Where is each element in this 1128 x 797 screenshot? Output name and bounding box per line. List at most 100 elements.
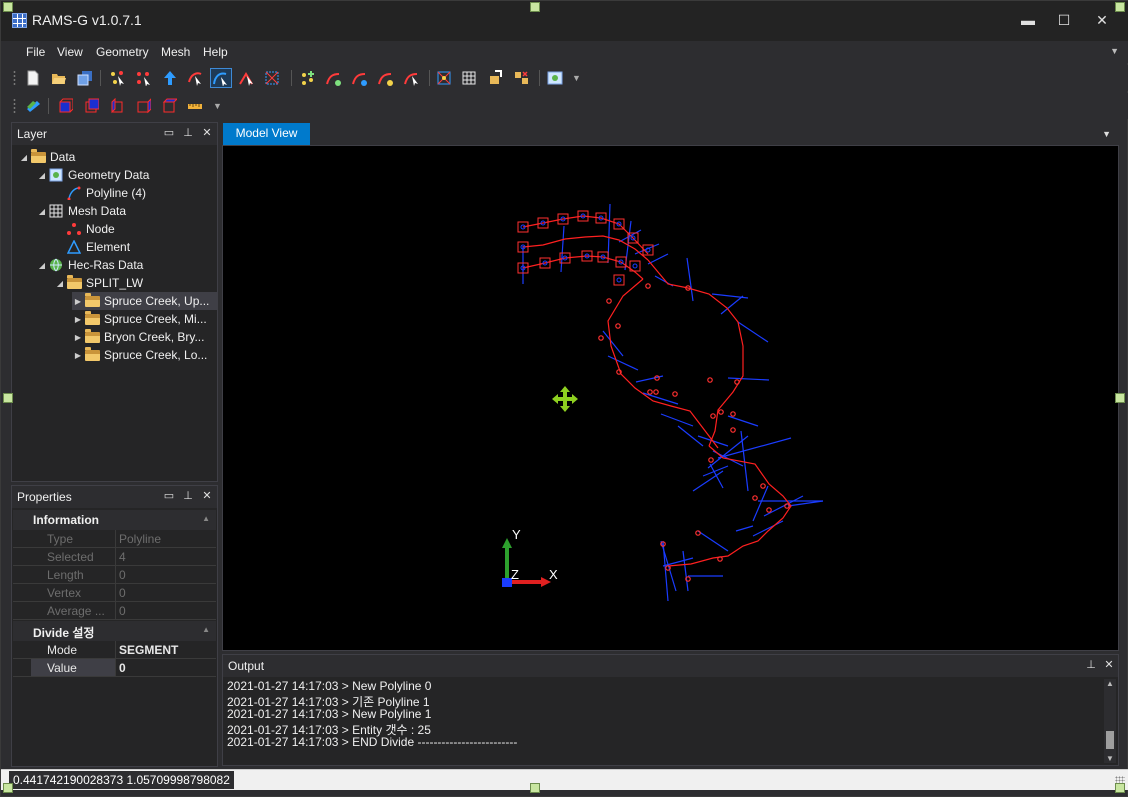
resize-handle-bottom-left[interactable]: [3, 783, 13, 793]
pin-icon[interactable]: ⊥: [1084, 658, 1098, 671]
pin-icon[interactable]: ⊥: [181, 126, 195, 139]
layer-tool-button[interactable]: [22, 96, 44, 116]
tree-item-spruce-creek-up[interactable]: ▶ Spruce Creek, Up...: [72, 292, 217, 310]
document-menu-arrow-icon[interactable]: ▼: [1102, 129, 1111, 139]
node-square: [613, 274, 625, 286]
new-file-button[interactable]: [22, 68, 44, 88]
expand-arrow-icon[interactable]: ◢: [36, 207, 48, 216]
toolbar-overflow-icon[interactable]: ▼: [572, 73, 581, 83]
close-panel-icon[interactable]: ✕: [200, 489, 214, 502]
export-tool-button[interactable]: [511, 68, 533, 88]
menu-view[interactable]: View: [57, 45, 83, 59]
resize-handle-right[interactable]: [1115, 393, 1125, 403]
tree-item-spruce-creek-lo[interactable]: ▶ Spruce Creek, Lo...: [72, 346, 207, 364]
rotate-tool-button[interactable]: [485, 68, 507, 88]
scroll-down-icon[interactable]: ▼: [1104, 754, 1116, 763]
property-row-length[interactable]: Length 0: [13, 566, 216, 584]
collapse-icon[interactable]: ▲: [202, 625, 210, 634]
tree-item-split-lw[interactable]: ◢ SPLIT_LW: [54, 274, 143, 292]
collapsed-arrow-icon[interactable]: ▶: [72, 297, 84, 306]
mesh-grid-button[interactable]: [459, 68, 481, 88]
tree-item-polyline[interactable]: Polyline (4): [54, 184, 146, 202]
collapsed-arrow-icon[interactable]: ▶: [72, 333, 84, 342]
tree-item-bryon-creek[interactable]: ▶ Bryon Creek, Bry...: [72, 328, 204, 346]
scroll-up-icon[interactable]: ▲: [1104, 679, 1116, 688]
expand-arrow-icon[interactable]: ◢: [36, 171, 48, 180]
toolbar-grip-icon[interactable]: [13, 70, 16, 86]
information-section[interactable]: Information ▲: [13, 510, 216, 530]
divide-value-input[interactable]: 0: [119, 661, 126, 675]
float-panel-icon[interactable]: ▭: [162, 126, 176, 139]
float-panel-icon[interactable]: ▭: [162, 489, 176, 502]
scroll-thumb[interactable]: [1106, 731, 1114, 749]
output-scrollbar[interactable]: ▲ ▼: [1104, 679, 1116, 763]
pick-point-button[interactable]: [185, 68, 207, 88]
close-panel-icon[interactable]: ✕: [1102, 658, 1116, 671]
node-point: [730, 427, 736, 433]
view-left-button[interactable]: [106, 96, 128, 116]
resize-handle-left[interactable]: [3, 393, 13, 403]
resize-handle-bottom[interactable]: [530, 783, 540, 793]
minimize-button[interactable]: ▬: [1013, 9, 1043, 31]
mesh-tool-1-button[interactable]: [434, 68, 456, 88]
tree-item-spruce-creek-mi[interactable]: ▶ Spruce Creek, Mi...: [72, 310, 207, 328]
select-nodes-button[interactable]: [107, 68, 129, 88]
model-view-svg[interactable]: Y Z X: [223, 146, 1118, 650]
resize-handle-top[interactable]: [530, 2, 540, 12]
add-node-button[interactable]: [297, 68, 319, 88]
collapsed-arrow-icon[interactable]: ▶: [72, 315, 84, 324]
menu-overflow-icon[interactable]: ▼: [1110, 46, 1119, 56]
property-row-type[interactable]: Type Polyline: [13, 530, 216, 548]
tree-item-geometry-data[interactable]: ◢ Geometry Data: [36, 166, 149, 184]
move-node-button[interactable]: [133, 68, 155, 88]
menu-mesh[interactable]: Mesh: [161, 45, 190, 59]
expand-arrow-icon[interactable]: ◢: [36, 261, 48, 270]
tab-model-view[interactable]: Model View: [223, 123, 310, 145]
resize-handle-top-right[interactable]: [1115, 2, 1125, 12]
view-right-button[interactable]: [132, 96, 154, 116]
mesh-select-button[interactable]: [262, 68, 284, 88]
property-row-average[interactable]: Average ... 0: [13, 602, 216, 620]
property-row-mode[interactable]: Mode SEGMENT: [13, 641, 216, 659]
draw-polyline-button[interactable]: [210, 68, 232, 88]
line-tool-2-button[interactable]: [349, 68, 371, 88]
ruler-tool-button[interactable]: [184, 96, 206, 116]
property-row-value[interactable]: Value 0: [13, 659, 216, 677]
resize-handle-top-left[interactable]: [3, 2, 13, 12]
settings-tool-button[interactable]: [544, 68, 566, 88]
property-row-vertex[interactable]: Vertex 0: [13, 584, 216, 602]
save-button[interactable]: [74, 68, 96, 88]
collapsed-arrow-icon[interactable]: ▶: [72, 351, 84, 360]
pin-icon[interactable]: ⊥: [181, 489, 195, 502]
view-back-button[interactable]: [80, 96, 102, 116]
tree-item-node[interactable]: Node: [54, 220, 115, 238]
model-view-canvas[interactable]: Y Z X: [222, 145, 1119, 651]
close-button[interactable]: ✕: [1087, 9, 1117, 31]
tree-item-hec-ras-data[interactable]: ◢ Hec-Ras Data: [36, 256, 143, 274]
expand-arrow-icon[interactable]: ◢: [54, 279, 66, 288]
toolbar-overflow-icon[interactable]: ▼: [213, 101, 222, 111]
view-front-button[interactable]: [54, 96, 76, 116]
resize-handle-bottom-right[interactable]: [1115, 783, 1125, 793]
close-panel-icon[interactable]: ✕: [200, 126, 214, 139]
add-arrow-button[interactable]: [159, 68, 181, 88]
menu-help[interactable]: Help: [203, 45, 228, 59]
tree-item-mesh-data[interactable]: ◢ Mesh Data: [36, 202, 126, 220]
split-polyline-button[interactable]: [236, 68, 258, 88]
tree-item-element[interactable]: Element: [54, 238, 130, 256]
open-folder-button[interactable]: [48, 68, 70, 88]
collapse-icon[interactable]: ▲: [202, 514, 210, 523]
mode-value[interactable]: SEGMENT: [119, 643, 178, 657]
expand-arrow-icon[interactable]: ◢: [18, 153, 30, 162]
divide-section[interactable]: Divide 설정 ▲: [13, 621, 216, 641]
menu-geometry[interactable]: Geometry: [96, 45, 149, 59]
line-tool-4-button[interactable]: [401, 68, 423, 88]
line-tool-3-button[interactable]: [375, 68, 397, 88]
line-tool-1-button[interactable]: [323, 68, 345, 88]
tree-item-data[interactable]: ◢ Data: [18, 148, 75, 166]
toolbar-grip-icon[interactable]: [13, 98, 16, 114]
property-row-selected[interactable]: Selected 4: [13, 548, 216, 566]
menu-file[interactable]: File: [26, 45, 45, 59]
view-top-button[interactable]: [158, 96, 180, 116]
maximize-button[interactable]: ☐: [1049, 9, 1079, 31]
